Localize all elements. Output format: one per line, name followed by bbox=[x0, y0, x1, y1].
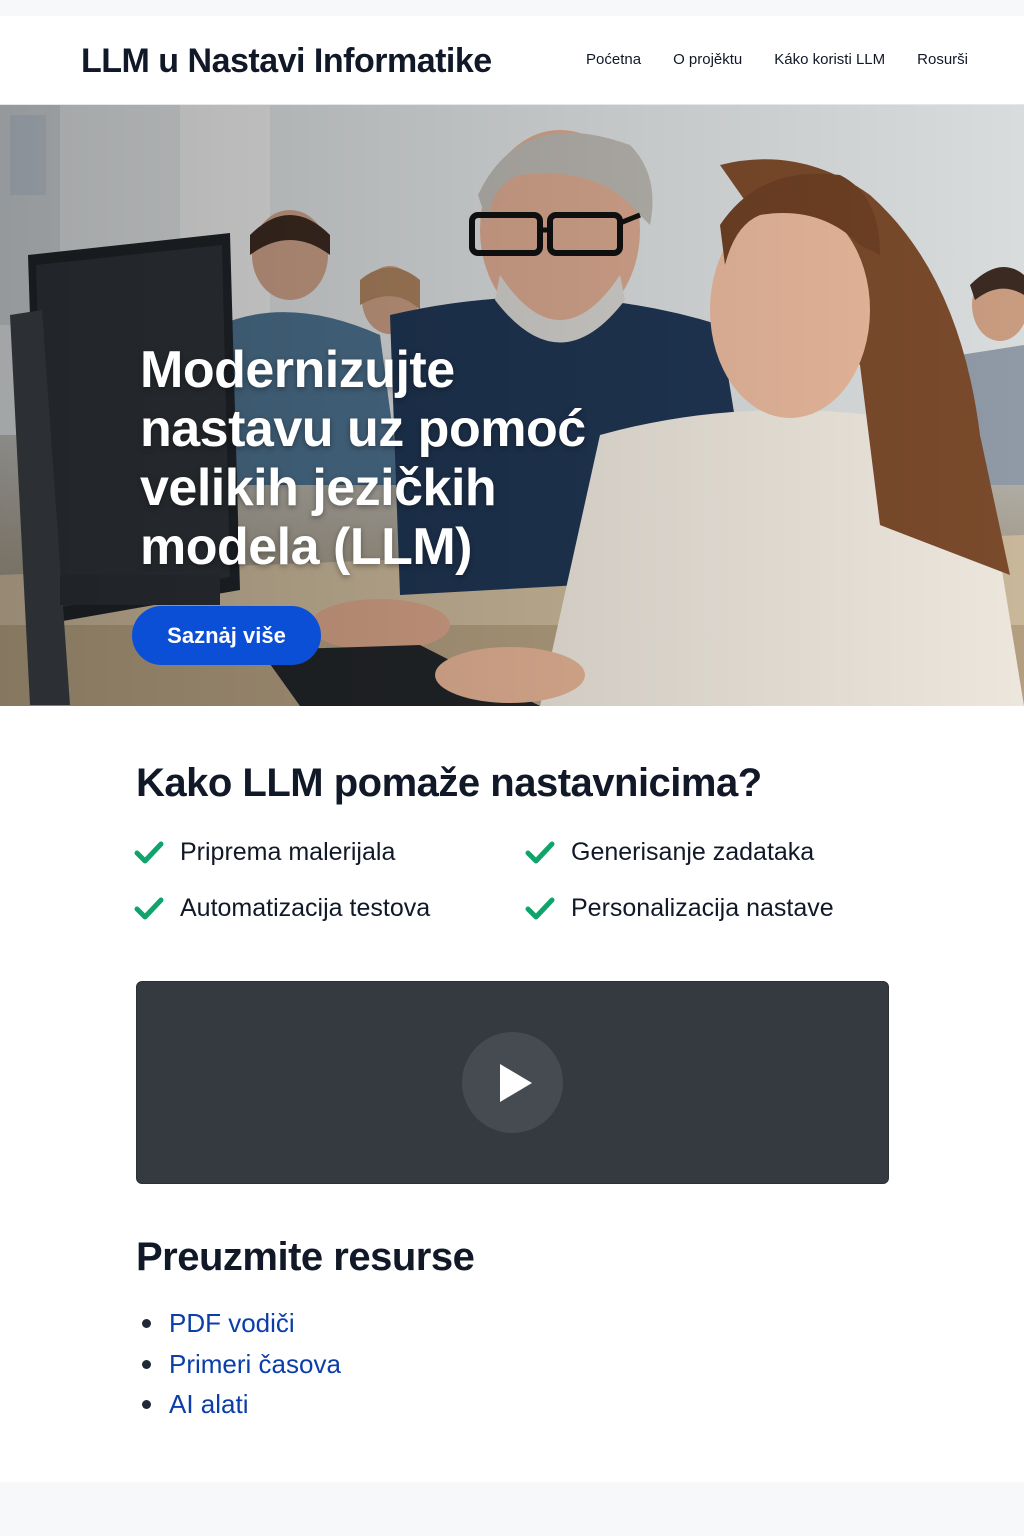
learn-more-button[interactable]: Saznȧj više bbox=[132, 606, 321, 665]
checkmark-icon bbox=[525, 897, 555, 919]
play-button[interactable] bbox=[462, 1032, 563, 1133]
hero-title: Modernizujte nastavu uz pomoć velikih je… bbox=[140, 341, 586, 576]
main-nav: Poćetna O projěktu Káko koristi LLM Rosu… bbox=[586, 51, 968, 68]
site-header: LLM u Nastavi Informatike Poćetna O proj… bbox=[0, 16, 1024, 105]
feature-item: Automatizacija testova bbox=[134, 894, 430, 923]
resources-title: Preuzmite resurse bbox=[136, 1235, 475, 1279]
bullet-icon bbox=[142, 1359, 151, 1369]
feature-label: Priprema malerijala bbox=[180, 838, 396, 866]
resource-link-lesson-examples[interactable]: Primeri časova bbox=[169, 1349, 341, 1380]
play-icon bbox=[500, 1064, 532, 1102]
feature-label: Generisanje zadataka bbox=[571, 838, 815, 866]
feature-label: Automatizacija testova bbox=[180, 894, 431, 922]
feature-label: Personalizacija nastave bbox=[571, 894, 834, 922]
feature-item: Priprema malerijala bbox=[134, 838, 395, 867]
feature-item: Generisanje zadataka bbox=[525, 838, 814, 867]
nav-link-home[interactable]: Poćetna bbox=[586, 51, 641, 68]
site-brand[interactable]: LLM u Nastavi Informatike bbox=[81, 42, 492, 81]
hero-section: Modernizujte nastavu uz pomoć velikih je… bbox=[0, 105, 1024, 706]
bullet-icon bbox=[142, 1400, 151, 1409]
video-player[interactable] bbox=[136, 981, 889, 1184]
bullet-icon bbox=[142, 1319, 151, 1328]
checkmark-icon bbox=[134, 897, 164, 919]
nav-link-resources[interactable]: Rosurši bbox=[917, 51, 968, 68]
resource-link-ai-tools[interactable]: AI alati bbox=[169, 1389, 249, 1420]
nav-link-about[interactable]: O projěktu bbox=[673, 51, 742, 68]
features-title: Kako LLM pomaže nastavnicima? bbox=[136, 761, 762, 805]
feature-item: Personalizacija nastave bbox=[525, 894, 834, 923]
checkmark-icon bbox=[525, 841, 555, 863]
checkmark-icon bbox=[134, 841, 164, 863]
nav-link-how-to-use[interactable]: Káko koristi LLM bbox=[774, 51, 885, 68]
resource-link-pdf-guides[interactable]: PDF vodiči bbox=[169, 1308, 295, 1339]
page: LLM u Nastavi Informatike Poćetna O proj… bbox=[0, 16, 1024, 1482]
